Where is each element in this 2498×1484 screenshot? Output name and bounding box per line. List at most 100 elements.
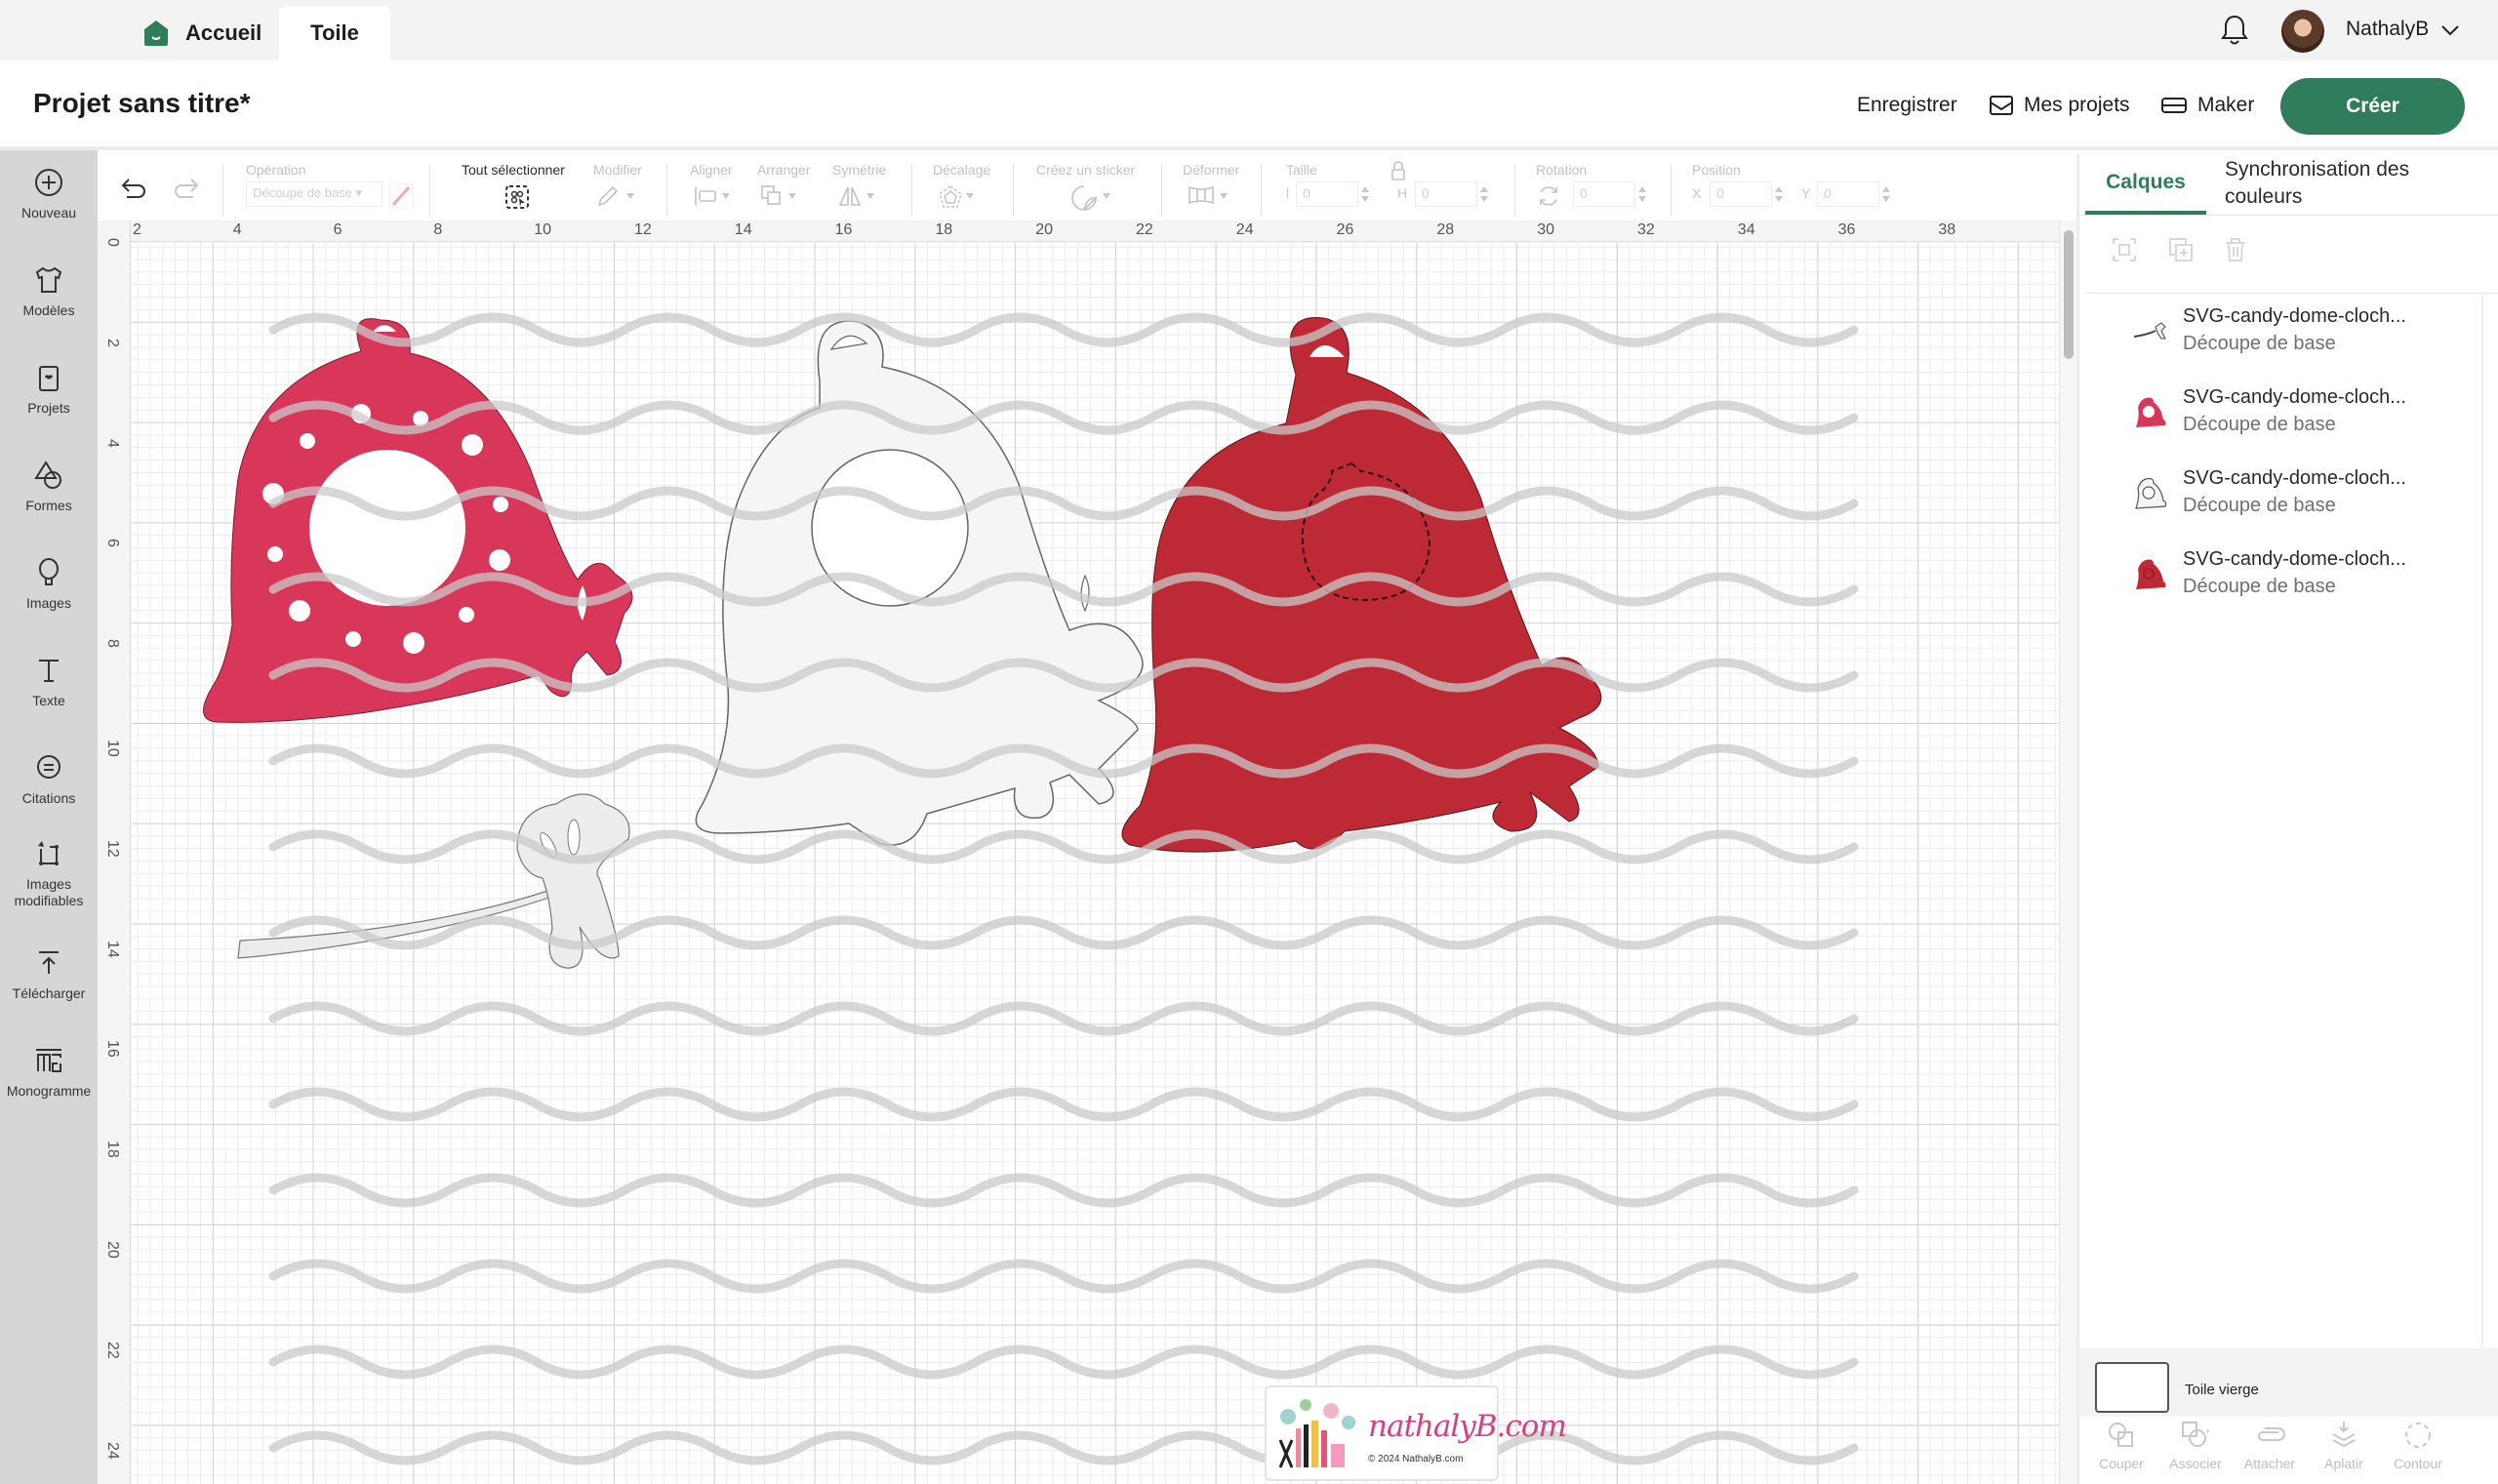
contour-button[interactable]: Contour xyxy=(2384,1419,2452,1471)
maker-button[interactable]: Maker xyxy=(2160,94,2254,117)
layer-item[interactable]: SVG-candy-dome-cloch... Découpe de base xyxy=(2085,375,2476,453)
arrange-caret-icon[interactable] xyxy=(788,193,796,199)
editable-image-icon xyxy=(38,841,59,865)
pink-bell-shape[interactable] xyxy=(203,318,633,723)
design-canvas[interactable]: 2 4 6 8 10 12 14 16 18 20 22 24 26 28 30 32 34 36 38 02468… xyxy=(98,221,2076,1484)
sidebar-item-images[interactable]: Images xyxy=(0,556,98,612)
toolbar-divider xyxy=(1261,164,1262,217)
rotation-input[interactable]: 0 xyxy=(1573,181,1635,207)
rotation-stepper-icon[interactable] xyxy=(1637,183,1647,205)
contour-label: Contour xyxy=(2394,1456,2442,1471)
tab-color-sync[interactable]: Synchronisation des couleurs xyxy=(2225,156,2459,211)
chevron-down-icon[interactable] xyxy=(2439,20,2461,41)
create-button[interactable]: Créer xyxy=(2280,78,2465,135)
undo-icon[interactable] xyxy=(119,176,150,203)
tab-layers[interactable]: Calques xyxy=(2085,154,2206,215)
lock-icon[interactable] xyxy=(1390,160,1407,181)
select-all-icon[interactable] xyxy=(504,183,531,211)
sidebar-item-templates[interactable]: Modèles xyxy=(0,263,98,319)
warp-caret-icon[interactable] xyxy=(1220,193,1228,199)
sidebar-item-upload[interactable]: Télécharger xyxy=(0,946,98,1002)
duplicate-icon[interactable] xyxy=(2167,236,2195,263)
offset-label: Décalage xyxy=(933,162,991,178)
layer-item[interactable]: SVG-candy-dome-cloch... Découpe de base xyxy=(2085,537,2476,615)
y-stepper-icon[interactable] xyxy=(1881,183,1891,205)
layer-list: SVG-candy-dome-cloch... Découpe de base … xyxy=(2085,294,2483,1347)
sidebar-item-editable-images[interactable]: Images modifiables xyxy=(0,837,98,909)
tshirt-icon xyxy=(35,266,62,293)
slice-icon xyxy=(2109,1423,2133,1447)
sidebar-item-text[interactable]: Texte xyxy=(0,654,98,709)
redo-icon[interactable] xyxy=(170,176,201,203)
red-bell-thumbnail-icon xyxy=(2136,559,2166,589)
sticker-caret-icon[interactable] xyxy=(1103,193,1110,199)
height-stepper-icon[interactable] xyxy=(1479,183,1489,205)
operation-select[interactable]: Découpe de base ▾ xyxy=(246,181,383,207)
notifications-bell-icon[interactable] xyxy=(2219,14,2250,47)
save-button[interactable]: Enregistrer xyxy=(1857,94,1957,117)
flatten-label: Aplatir xyxy=(2324,1456,2363,1471)
height-input[interactable]: 0 xyxy=(1415,181,1477,207)
sticker-icon[interactable] xyxy=(1069,183,1099,213)
project-title[interactable]: Projet sans titre* xyxy=(33,88,251,119)
layer-operation: Découpe de base xyxy=(2183,576,2336,597)
pencil-icon[interactable] xyxy=(595,183,621,209)
size-label: Taille xyxy=(1286,162,1317,178)
x-stepper-icon[interactable] xyxy=(1774,183,1784,205)
x-position-input[interactable]: 0 xyxy=(1710,181,1772,207)
attach-button[interactable]: Attacher xyxy=(2236,1419,2304,1471)
symmetry-caret-icon[interactable] xyxy=(866,193,874,199)
user-name[interactable]: NathalyB xyxy=(2346,18,2429,41)
sidebar-item-monogram[interactable]: Monogramme xyxy=(0,1044,98,1100)
blank-canvas-row[interactable]: Toile vierge xyxy=(2079,1348,2498,1417)
flatten-button[interactable]: Aplatir xyxy=(2310,1419,2378,1471)
plus-circle-icon xyxy=(35,169,62,196)
warp-icon[interactable] xyxy=(1187,183,1216,207)
offset-icon[interactable] xyxy=(937,183,964,211)
red-bell-shape[interactable] xyxy=(1121,317,1602,853)
width-stepper-icon[interactable] xyxy=(1360,183,1370,205)
layer-item[interactable]: SVG-candy-dome-cloch... Découpe de base xyxy=(2085,456,2476,534)
modify-caret-icon[interactable] xyxy=(626,193,634,199)
sidebar-item-quotes[interactable]: Citations xyxy=(0,751,98,807)
watermark-brand: nathalyB.com xyxy=(1368,1409,1567,1444)
y-position-input[interactable]: 0 xyxy=(1817,181,1879,207)
maker-label: Maker xyxy=(2197,94,2255,116)
symmetry-icon[interactable] xyxy=(837,183,863,209)
toolbar-divider xyxy=(1161,164,1162,217)
x-axis-label: X xyxy=(1692,185,1702,201)
group-select-icon[interactable] xyxy=(2111,236,2138,263)
my-projects-button[interactable]: Mes projets xyxy=(1989,94,2130,117)
combine-icon xyxy=(2182,1422,2209,1447)
edit-toolbar: Opération Découpe de base ▾ Tout sélecti… xyxy=(98,154,2076,221)
tab-canvas[interactable]: Toile xyxy=(279,6,390,60)
layer-item[interactable]: SVG-candy-dome-cloch... Découpe de base xyxy=(2085,294,2476,372)
rotation-label: Rotation xyxy=(1536,162,1588,178)
trash-icon[interactable] xyxy=(2222,236,2249,263)
sidebar-item-projects[interactable]: Projets xyxy=(0,361,98,417)
offset-caret-icon[interactable] xyxy=(966,193,974,199)
slice-button[interactable]: Couper xyxy=(2087,1419,2156,1471)
sidebar-item-new[interactable]: Nouveau xyxy=(0,166,98,221)
combine-button[interactable]: Associer xyxy=(2161,1419,2230,1471)
height-axis-label: H xyxy=(1397,185,1408,201)
blank-canvas-label: Toile vierge xyxy=(2185,1382,2259,1398)
arrange-label: Arranger xyxy=(757,162,811,178)
tab-home-label: Accueil xyxy=(185,20,262,45)
scrollbar-thumb[interactable] xyxy=(2064,230,2074,359)
top-tab-bar: Accueil Toile NathalyB xyxy=(0,0,2498,60)
arrange-icon[interactable] xyxy=(759,183,785,209)
user-avatar[interactable] xyxy=(2281,10,2324,53)
y-axis-label: Y xyxy=(1801,185,1811,201)
rotate-icon[interactable] xyxy=(1536,183,1561,209)
pen-color-swatch-icon[interactable] xyxy=(388,183,414,209)
position-label: Position xyxy=(1692,162,1741,178)
attach-label: Attacher xyxy=(2243,1456,2296,1471)
align-caret-icon[interactable] xyxy=(722,193,730,199)
blank-canvas-swatch[interactable] xyxy=(2095,1362,2169,1413)
width-input[interactable]: 0 xyxy=(1296,181,1358,207)
canvas-vertical-scrollbar[interactable] xyxy=(2059,221,2076,1484)
tab-home[interactable]: Accueil xyxy=(144,6,262,60)
sidebar-item-shapes[interactable]: Formes xyxy=(0,459,98,514)
align-icon[interactable] xyxy=(693,183,720,209)
